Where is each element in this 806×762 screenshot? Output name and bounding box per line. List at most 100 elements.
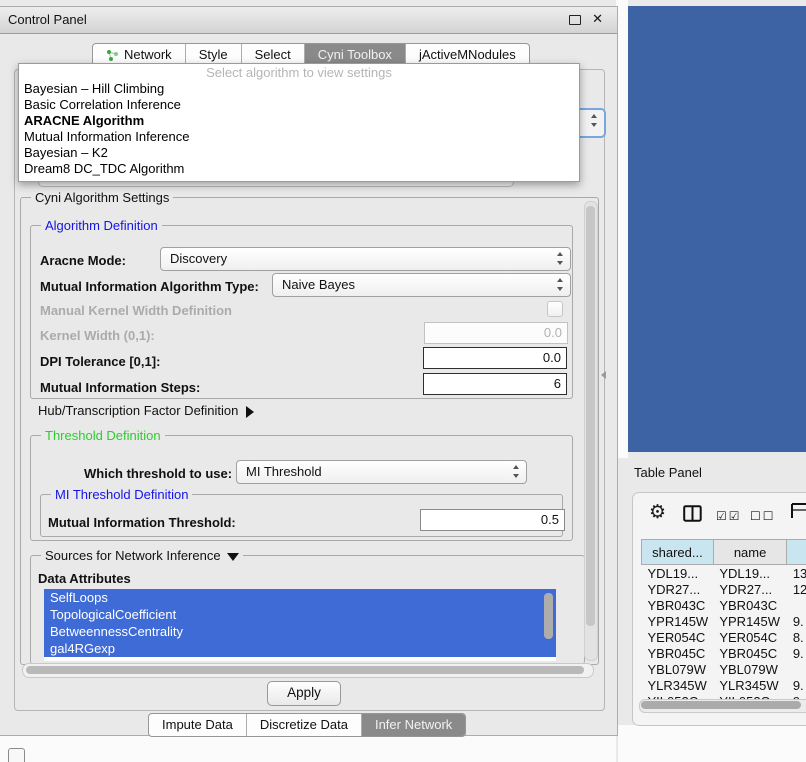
scrollbar-thumb[interactable] bbox=[641, 701, 801, 709]
chevron-down-icon bbox=[227, 553, 239, 561]
node-table: shared... name YDL19...YDL19...13YDR27..… bbox=[641, 539, 806, 699]
which-threshold-label: Which threshold to use: bbox=[84, 466, 232, 481]
data-attributes-list: SelfLoopsTopologicalCoefficientBetweenne… bbox=[44, 589, 556, 661]
table-row[interactable]: YPR145WYPR145W9. bbox=[642, 613, 806, 629]
table-header-row: shared... name bbox=[642, 540, 806, 565]
manual-kernel-label: Manual Kernel Width Definition bbox=[40, 303, 232, 318]
mi-algorithm-type-combo[interactable]: Naive Bayes bbox=[272, 273, 571, 297]
kernel-width-label: Kernel Width (0,1): bbox=[40, 328, 155, 343]
table-cell[interactable]: YDR27... bbox=[713, 581, 786, 597]
table-cell[interactable]: YDR27... bbox=[642, 581, 714, 597]
stepper-icon bbox=[512, 465, 521, 478]
list-scrollbar[interactable] bbox=[544, 593, 553, 639]
network-window-frame: GALGAL80GAL10GAL1GAL11GAL4SWI4HAP4YGCY1H… bbox=[628, 6, 806, 452]
column-header-shared-name[interactable]: shared... bbox=[642, 540, 714, 565]
mi-algorithm-type-label: Mutual Information Algorithm Type: bbox=[40, 279, 259, 294]
table-cell[interactable]: 9. bbox=[787, 677, 806, 693]
bottom-strip bbox=[0, 735, 616, 762]
table-cell[interactable]: YBR043C bbox=[713, 597, 786, 613]
table-cell[interactable]: YPR145W bbox=[713, 613, 786, 629]
table-cell[interactable]: YBL079W bbox=[713, 661, 786, 677]
table-icon[interactable] bbox=[790, 501, 806, 523]
table-row[interactable]: YLR345WYLR345W9. bbox=[642, 677, 806, 693]
mi-steps-label: Mutual Information Steps: bbox=[40, 380, 200, 395]
table-cell[interactable]: YBR043C bbox=[642, 597, 714, 613]
table-cell[interactable]: YBR045C bbox=[642, 645, 714, 661]
sources-title[interactable]: Sources for Network Inference bbox=[41, 548, 243, 563]
scrollbar-thumb[interactable] bbox=[586, 206, 595, 626]
algorithm-option[interactable]: ARACNE Algorithm bbox=[19, 113, 579, 129]
table-row[interactable]: YER054CYER054C8. bbox=[642, 629, 806, 645]
table-cell[interactable]: YLR345W bbox=[642, 677, 714, 693]
table-cell[interactable]: YPR145W bbox=[642, 613, 714, 629]
table-cell[interactable]: YBL079W bbox=[642, 661, 714, 677]
deselect-all-icon[interactable]: ☐☐ bbox=[750, 509, 776, 523]
hub-section-label: Hub/Transcription Factor Definition bbox=[38, 403, 238, 418]
window-title: Control Panel bbox=[8, 12, 87, 27]
kernel-width-field[interactable]: 0.0 bbox=[424, 322, 568, 344]
table-row[interactable]: YDR27...YDR27...12 bbox=[642, 581, 806, 597]
splitpane-handle[interactable] bbox=[601, 371, 606, 379]
group-title: Threshold Definition bbox=[41, 428, 165, 443]
algorithm-option[interactable]: Bayesian – Hill Climbing bbox=[19, 81, 579, 97]
table-cell[interactable]: YER054C bbox=[713, 629, 786, 645]
scrollbar-thumb[interactable] bbox=[26, 666, 584, 674]
close-icon[interactable]: ✕ bbox=[592, 11, 603, 27]
dropdown-items: Bayesian – Hill ClimbingBasic Correlatio… bbox=[19, 81, 579, 177]
tab-discretize-data[interactable]: Discretize Data bbox=[246, 714, 361, 736]
attribute-list-item[interactable]: BetweennessCentrality bbox=[44, 623, 556, 640]
tab-impute-data[interactable]: Impute Data bbox=[149, 714, 246, 736]
table-cell[interactable]: 12 bbox=[787, 581, 806, 597]
table-row[interactable]: YBL079WYBL079W bbox=[642, 661, 806, 677]
table-cell[interactable]: YDL19... bbox=[642, 565, 714, 582]
mi-steps-field[interactable]: 6 bbox=[423, 373, 567, 395]
table-cell[interactable]: YDL19... bbox=[713, 565, 786, 582]
table-row[interactable]: YDL19...YDL19...13 bbox=[642, 565, 806, 582]
network-icon bbox=[106, 49, 119, 62]
tab-label: Infer Network bbox=[375, 714, 452, 736]
table-cell[interactable]: 8. bbox=[787, 629, 806, 645]
algorithm-option[interactable]: Mutual Information Inference bbox=[19, 129, 579, 145]
column-header-name[interactable]: name bbox=[713, 540, 786, 565]
table-panel: ⚙ ☑☑ ☐☐ shared... name YDL19...YDL19...1… bbox=[632, 492, 806, 726]
float-window-icon[interactable] bbox=[569, 15, 581, 25]
algorithm-option[interactable]: Bayesian – K2 bbox=[19, 145, 579, 161]
attribute-list-item[interactable]: gal4RGexp bbox=[44, 640, 556, 657]
docked-panel-icon[interactable] bbox=[8, 748, 25, 762]
dropdown-placeholder: Select algorithm to view settings bbox=[19, 64, 579, 81]
algorithm-option[interactable]: Basic Correlation Inference bbox=[19, 97, 579, 113]
aracne-mode-combo[interactable]: Discovery bbox=[160, 247, 571, 271]
mi-threshold-field[interactable]: 0.5 bbox=[420, 509, 565, 531]
table-cell[interactable]: 13 bbox=[787, 565, 806, 582]
settings-gear-icon[interactable]: ⚙ bbox=[649, 501, 666, 524]
column-header-clipped[interactable] bbox=[787, 540, 806, 565]
mi-threshold-label: Mutual Information Threshold: bbox=[48, 515, 236, 530]
table-cell[interactable]: YBR045C bbox=[713, 645, 786, 661]
algorithm-dropdown-list: Select algorithm to view settings Bayesi… bbox=[18, 63, 580, 182]
stepper-icon bbox=[556, 278, 565, 291]
table-cell[interactable] bbox=[787, 661, 806, 677]
table-row[interactable]: YBR043CYBR043C bbox=[642, 597, 806, 613]
apply-button[interactable]: Apply bbox=[267, 681, 341, 706]
manual-kernel-checkbox[interactable] bbox=[547, 301, 563, 317]
attribute-list-item[interactable]: TopologicalCoefficient bbox=[44, 606, 556, 623]
table-cell[interactable]: 9. bbox=[787, 645, 806, 661]
algorithm-option[interactable]: Dream8 DC_TDC Algorithm bbox=[19, 161, 579, 177]
table-cell[interactable]: 9. bbox=[787, 613, 806, 629]
hub-section-toggle[interactable]: Hub/Transcription Factor Definition bbox=[38, 403, 254, 418]
tab-label: Impute Data bbox=[162, 714, 233, 736]
table-panel-title: Table Panel bbox=[634, 465, 702, 480]
dpi-tolerance-field[interactable]: 0.0 bbox=[423, 347, 567, 369]
table-cell[interactable]: YER054C bbox=[642, 629, 714, 645]
sources-title-label: Sources for Network Inference bbox=[45, 548, 221, 563]
table-cell[interactable]: YLR345W bbox=[713, 677, 786, 693]
table-cell[interactable] bbox=[787, 597, 806, 613]
which-threshold-combo[interactable]: MI Threshold bbox=[236, 460, 527, 484]
table-row[interactable]: YBR045CYBR045C9. bbox=[642, 645, 806, 661]
attribute-list-item[interactable]: SelfLoops bbox=[44, 589, 556, 606]
group-title: MI Threshold Definition bbox=[51, 487, 192, 502]
table-panel-titlebar: Table Panel bbox=[618, 458, 806, 488]
select-all-icon[interactable]: ☑☑ bbox=[716, 509, 742, 523]
tab-infer-network[interactable]: Infer Network bbox=[361, 714, 465, 736]
split-columns-icon[interactable] bbox=[683, 505, 702, 525]
